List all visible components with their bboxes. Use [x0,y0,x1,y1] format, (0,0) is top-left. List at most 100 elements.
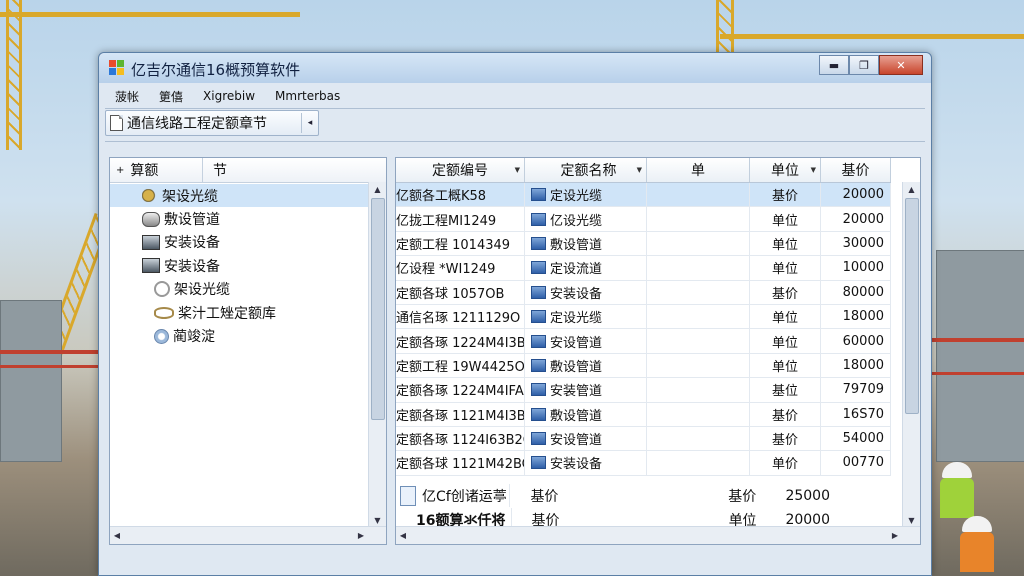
table-row[interactable]: 亿设程 *WI1249 定设流道 单位 10000 [396,256,891,281]
quota-name-cell: 安设管道 [525,329,647,353]
cell [647,304,750,329]
chapter-selector[interactable]: 通信线路工程定额章节 ◂ [105,110,319,136]
quota-code-cell: 定额各球 1121M42BO [396,451,525,475]
unit-cell: 基价 [728,488,757,505]
table-row[interactable]: 定额各琢 1224M4IFA. 安装管道 基位 79709 [396,378,891,403]
quota-code-cell: 定额各琢 1124I63B2O [396,426,525,451]
table-vertical-scrollbar[interactable]: ▲ ▼ [902,182,920,527]
tree-item[interactable]: 架设光缆 [110,184,368,208]
scroll-down-icon[interactable]: ▼ [369,513,386,527]
tree-header: + 算额 节 [110,158,386,183]
app-window: 亿吉尔通信16概预算软件 ▬ ❐ ✕ 菠帐 筻僖 Xigrebiw Mmrter… [98,52,932,576]
table-row[interactable]: 亿Cf创诸运葶 基价 基价 25000 [396,484,836,507]
unit-cell: 单位 [750,304,821,329]
price-cell: 25000 [785,487,830,504]
scroll-thumb[interactable] [371,198,385,420]
item-block-icon [531,236,546,250]
red-railing [930,338,1024,342]
quota-code-cell: 定额各琢 1224M4I3BIG [396,329,525,353]
tree-item-label: 安装设备 [164,258,220,275]
cell: 基价 [530,488,559,505]
scroll-right-icon[interactable]: ▶ [888,527,902,544]
menu-item[interactable]: Mmrterbas [273,89,342,103]
equipment-icon [142,258,160,274]
red-railing [0,365,98,368]
worker-figure [940,462,974,518]
column-header[interactable]: 基价 [821,158,891,182]
column-header[interactable]: 单位 ▼ [750,158,821,182]
tree-item[interactable]: 架设光缆 [110,278,368,301]
chevron-left-icon[interactable]: ◂ [301,113,318,133]
table-row[interactable]: 亿额各工概K58 定设光缆 基价 20000 [396,183,891,208]
tree-item[interactable]: 敷设管道 [110,207,368,230]
table-row[interactable]: 通信名琢 1211129O 定设光缆 单位 18000 [396,304,891,330]
minimize-button[interactable]: ▬ [819,55,849,75]
table-row[interactable]: 定额工程 1014349 敷设管道 单位 30000 [396,231,891,257]
table-row[interactable]: 定额工程 19W4425O 敷设管道 单位 18000 [396,353,891,379]
document-icon [110,115,123,131]
scroll-left-icon[interactable]: ◀ [396,527,410,544]
close-button[interactable]: ✕ [879,55,923,75]
tree-header-col[interactable]: + 算额 [110,158,203,182]
quota-code-cell: 通信名琢 1211129O [396,304,525,329]
quota-code-cell: 定额各琢 1121M4I3Bo [396,402,525,426]
scroll-down-icon[interactable]: ▼ [903,513,920,527]
scroll-right-icon[interactable]: ▶ [354,527,368,544]
disc-icon [154,328,169,344]
unit-cell: 单位 [750,329,821,353]
item-block-icon [531,334,546,348]
quota-name-cell: 安装管道 [525,378,647,402]
quota-code-cell: 亿设程 *WI1249 [396,256,525,280]
item-block-icon [531,310,546,324]
price-cell: 16S70 [821,402,891,426]
coil-icon [154,281,170,298]
menu-bar: 菠帐 筻僖 Xigrebiw Mmrterbas [105,86,925,106]
tree-item-label: 架设光缆 [174,282,230,299]
table-row[interactable]: 定额各球 1057OB 安装设备 基价 80000 [396,280,891,305]
unit-cell: 单位 [750,353,821,378]
red-railing [0,350,98,354]
scroll-thumb[interactable] [905,198,919,414]
price-cell: 54000 [821,426,891,451]
table-row[interactable]: 定额各琢 1124I63B2O 安设管道 基价 54000 [396,426,891,452]
table-row[interactable]: 定额各琢 1121M4I3Bo 敷设管道 基价 16S70 [396,402,891,427]
quota-table: 定额编号 ▼ 定额名称 ▼ 单 单位 ▼ 基价 亿额各工概K58 定设光缆 基价 20000… [395,157,921,545]
tree-item[interactable]: 安装设备 [110,254,368,277]
menu-item[interactable]: 菠帐 [113,88,141,105]
sort-arrow-icon: ▼ [636,166,642,174]
tree-horizontal-scrollbar[interactable]: ◀ ▶ [110,526,386,544]
table-horizontal-scrollbar[interactable]: ◀ ▶ [396,526,920,544]
column-header[interactable]: 定额名称 ▼ [525,158,647,182]
price-cell: 30000 [821,231,891,256]
tree-item-label: 安装设备 [164,235,220,252]
tree-item[interactable]: 蔺竣淀 [110,324,368,347]
cell [647,426,750,451]
table-row[interactable]: 定额各琢 1224M4I3BIG安设管道 单位60000 [396,329,891,354]
tree-item[interactable]: 安装设备 [110,231,368,254]
maximize-button[interactable]: ❐ [849,55,879,75]
quota-name-cell: 定设光缆 [525,304,647,329]
scroll-up-icon[interactable]: ▲ [369,182,386,196]
menu-item[interactable]: 筻僖 [157,88,185,105]
scroll-left-icon[interactable]: ◀ [110,527,124,544]
sort-arrow-icon: ▼ [514,166,520,174]
tree-header-col[interactable]: 节 [203,160,227,180]
table-row[interactable]: 亿拢工程MI1249 亿设光缆 单位 20000 [396,207,891,232]
item-block-icon [531,407,546,421]
scroll-up-icon[interactable]: ▲ [903,182,920,196]
equipment-icon [142,234,160,250]
quota-name-cell: 定设光缆 [525,183,647,207]
column-header[interactable]: 定额编号 ▼ [396,158,525,182]
title-bar[interactable]: 亿吉尔通信16概预算软件 ▬ ❐ ✕ [99,53,931,83]
tree-vertical-scrollbar[interactable]: ▲ ▼ [368,182,386,527]
tree-item[interactable]: 桨汁工矬定额库 [110,301,368,324]
column-header[interactable]: 单 [647,158,750,182]
table-row[interactable]: 定额各球 1121M42BO 安装设备 单价 00770 [396,451,891,476]
building [936,250,1024,462]
price-cell: 00770 [821,451,891,475]
tree-list: 架设光缆 敷设管道 安装设备 安装设备 架设光缆 桨汁工矬定额库 蔺竣淀 [110,184,368,348]
item-block-icon [531,432,546,446]
unit-cell: 基价 [750,280,821,304]
menu-item[interactable]: Xigrebiw [201,89,257,103]
table-header: 定额编号 ▼ 定额名称 ▼ 单 单位 ▼ 基价 [396,158,891,183]
